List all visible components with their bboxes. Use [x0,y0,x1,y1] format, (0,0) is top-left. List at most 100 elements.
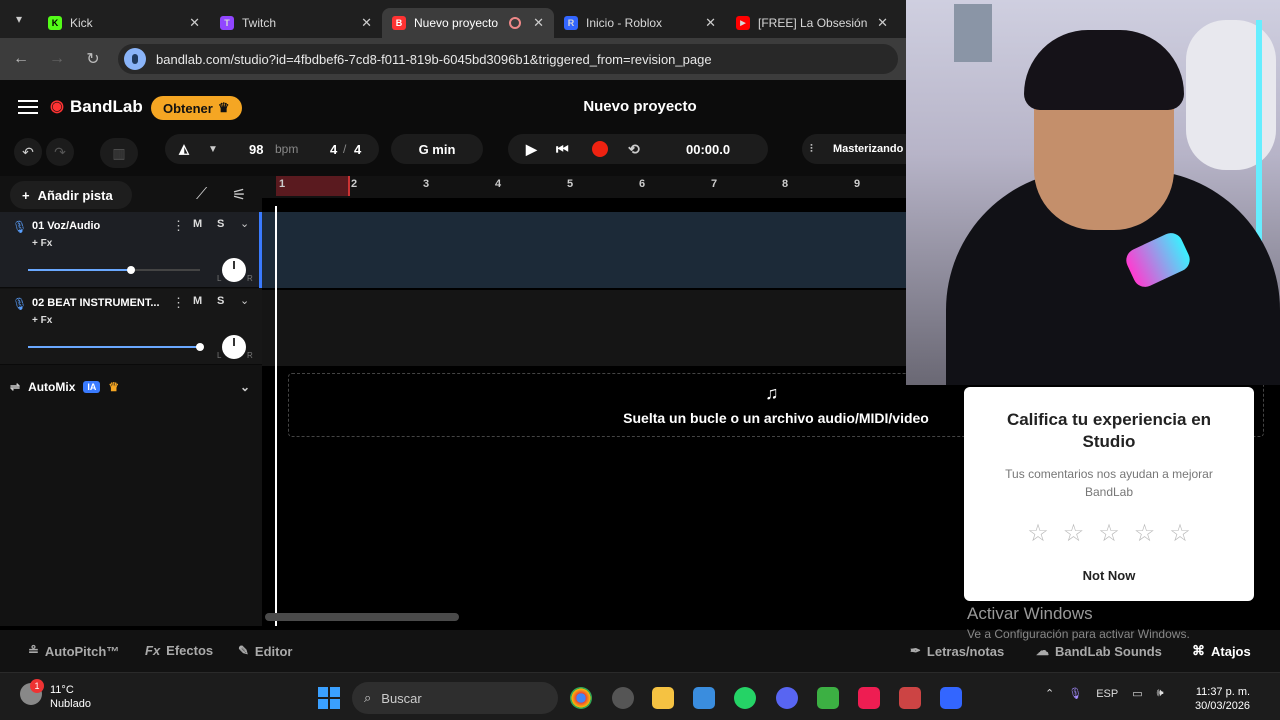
time-sig-denominator[interactable]: 4 [354,142,361,157]
tab-roblox[interactable]: R Inicio - Roblox ✕ [554,8,726,38]
key-selector[interactable]: G min [391,134,483,164]
close-icon[interactable]: ✕ [877,15,888,31]
timeline-ruler[interactable]: 1 2 3 4 5 6 7 8 9 [262,176,906,198]
back-icon[interactable]: ← [10,50,32,68]
close-icon[interactable]: ✕ [189,15,200,31]
solo-button[interactable]: S [217,295,224,307]
tab-nuevo-proyecto[interactable]: B Nuevo proyecto ✕ [382,8,554,38]
play-icon[interactable]: ▶ [526,141,537,158]
weather-widget[interactable]: 1 11°C Nublado [20,679,91,711]
url-input[interactable]: bandlab.com/studio?id=4fbdbef6-7cd8-f011… [118,44,898,74]
roblox-icon[interactable] [940,687,962,709]
tiktok-icon[interactable] [858,687,880,709]
chevron-down-icon[interactable]: ⌄ [240,217,249,230]
metronome-icon[interactable]: ◭ [179,141,189,157]
close-icon[interactable]: ✕ [361,15,372,31]
add-track-button[interactable]: + Añadir pista [10,181,132,209]
clock[interactable]: 11:37 p. m. 30/03/2026 [1195,685,1250,713]
tab-search-button[interactable]: ▾ [0,0,38,38]
obtener-button[interactable]: Obtener ♛ [151,96,242,120]
automation-icon[interactable]: ⟋ [196,186,207,204]
twitch-icon: T [220,16,234,30]
volume-knob[interactable] [127,266,136,274]
pan-knob[interactable] [222,335,246,359]
track-row[interactable]: 🎙 01 Voz/Audio + Fx ⋮ M S ⌄ L R [0,212,262,288]
mute-button[interactable]: M [193,218,202,230]
minecraft-icon[interactable] [817,687,839,709]
forward-icon[interactable]: → [46,50,68,68]
solo-button[interactable]: S [217,218,224,230]
letras-button[interactable]: ✒ Letras/notas [910,643,1004,659]
chrome-icon[interactable] [570,687,592,709]
chevron-down-icon[interactable]: ⌄ [240,380,250,394]
chevron-down-icon[interactable]: ⌄ [240,294,249,307]
windows-start-icon[interactable] [318,687,340,709]
track-lane-2[interactable] [262,290,906,366]
efectos-button[interactable]: Fx Efectos [145,643,213,658]
taskbar-search[interactable]: ⌕ Buscar [352,682,558,714]
not-now-button[interactable]: Not Now [964,568,1254,583]
undo-button[interactable]: ↶ [14,138,42,166]
loop-icon[interactable]: ⟲ [628,141,640,158]
tab-youtube[interactable]: ▶ [FREE] La Obsesión Fr ✕ [726,8,898,38]
track-name[interactable]: 02 BEAT INSTRUMENT... [32,297,160,309]
mastering-button[interactable]: ⫶ Masterizando [802,134,922,164]
close-icon[interactable]: ✕ [705,15,716,31]
network-icon[interactable]: ▭ [1132,687,1142,700]
star-icon[interactable]: ☆ [1098,519,1120,548]
whatsapp-icon[interactable] [734,687,756,709]
ruler-tick: 8 [782,178,789,190]
chevron-up-icon[interactable]: ⌃ [1045,687,1054,700]
tab-kick[interactable]: K Kick ✕ [38,8,210,38]
star-icon[interactable]: ☆ [1169,519,1191,548]
track-settings-icon[interactable]: ⚟ [232,185,246,205]
track-lane-1[interactable] [262,212,906,288]
file-explorer-icon[interactable] [652,687,674,709]
microphone-icon[interactable] [124,48,146,70]
redo-button[interactable]: ↷ [46,138,74,166]
automix-row[interactable]: ⇌ AutoMix IA ♛ ⌄ [0,372,262,402]
reload-icon[interactable]: ↻ [82,49,104,69]
autopitch-button[interactable]: ≗ AutoPitch™ [28,643,119,659]
add-fx-button[interactable]: + Fx [32,315,52,326]
store-icon[interactable] [693,687,715,709]
skip-back-icon[interactable]: ⏮ [556,141,569,158]
editor-button[interactable]: ✎ Editor [238,643,292,659]
tempo-value[interactable]: 98 [249,142,263,157]
add-fx-button[interactable]: + Fx [32,238,52,249]
sounds-button[interactable]: ☁ BandLab Sounds [1036,643,1162,659]
pan-knob[interactable] [222,258,246,282]
tab-twitch[interactable]: T Twitch ✕ [210,8,382,38]
track-name[interactable]: 01 Voz/Audio [32,220,100,232]
mute-button[interactable]: M [193,295,202,307]
volume-slider[interactable] [28,343,204,351]
sliders-icon: ⫶ [810,142,813,155]
piano-button[interactable]: ▥ [100,138,138,168]
game-icon[interactable] [899,687,921,709]
chevron-down-icon[interactable]: ▼ [208,144,218,155]
time-sig-numerator[interactable]: 4 [330,142,337,157]
star-icon[interactable]: ☆ [1063,519,1085,548]
loop-region[interactable] [276,176,350,196]
volume-knob[interactable] [196,343,204,351]
volume-icon[interactable]: 🕪 [1157,687,1164,700]
bandlab-logo[interactable]: ◉ BandLab [50,97,143,117]
star-icon[interactable]: ☆ [1134,519,1156,548]
microphone-icon[interactable]: 🎙 [1068,687,1082,700]
star-icon[interactable]: ☆ [1027,519,1049,548]
more-options-icon[interactable]: ⋮ [172,295,185,311]
menu-icon[interactable] [18,100,38,114]
record-icon[interactable] [592,141,608,157]
close-icon[interactable]: ✕ [533,15,544,31]
project-title[interactable]: Nuevo proyecto [540,98,740,115]
language-indicator[interactable]: ESP [1096,688,1118,700]
horizontal-scrollbar[interactable] [265,613,459,621]
discord-icon[interactable] [776,687,798,709]
crown-icon: ♛ [108,380,120,394]
more-options-icon[interactable]: ⋮ [172,218,185,234]
atajos-button[interactable]: ⌘ Atajos [1192,643,1251,659]
obs-icon[interactable] [612,687,634,709]
track-row[interactable]: 🎙 02 BEAT INSTRUMENT... + Fx ⋮ M S ⌄ L R [0,289,262,365]
volume-slider[interactable] [28,266,200,274]
playhead[interactable] [275,206,277,626]
